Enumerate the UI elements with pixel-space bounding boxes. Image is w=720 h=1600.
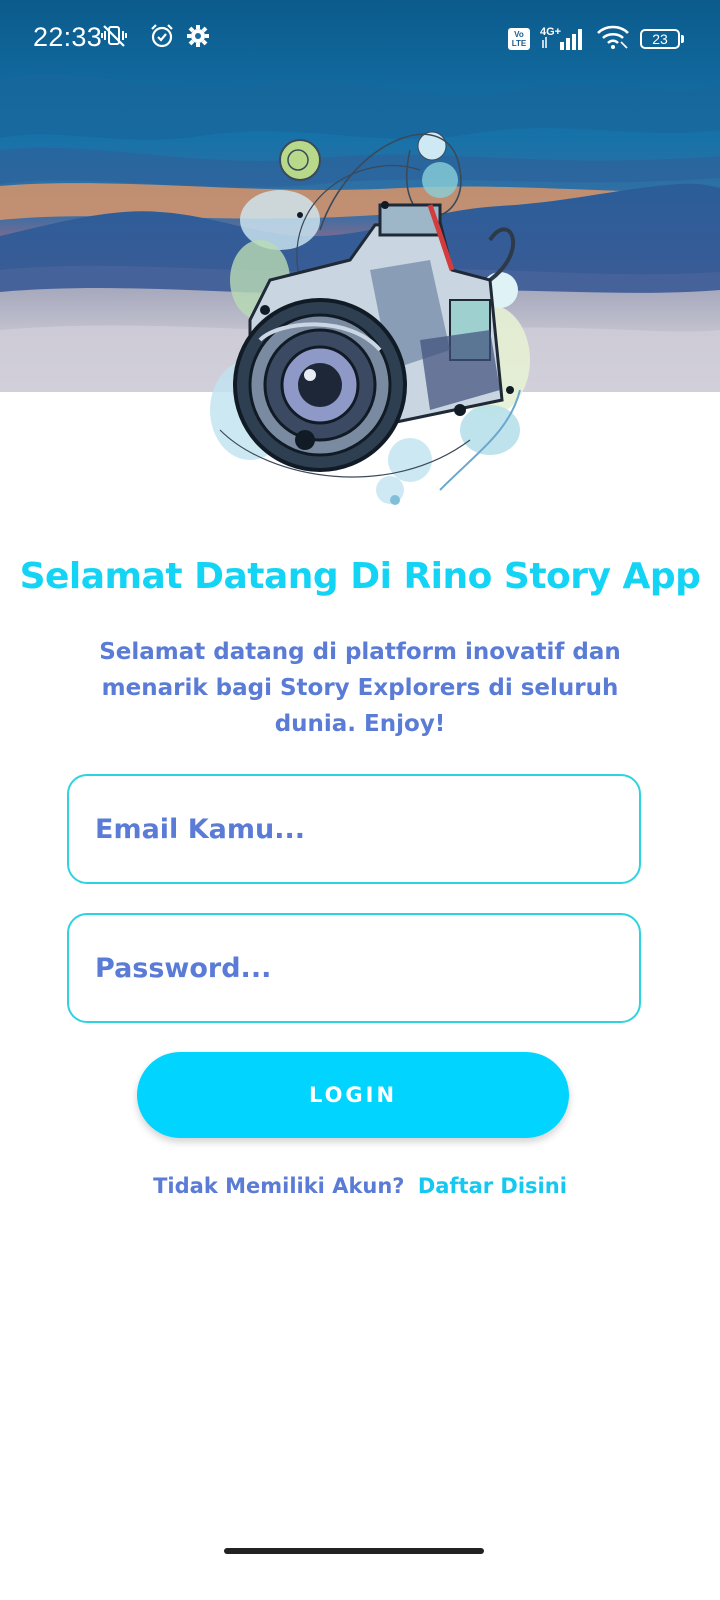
camera-illustration [190, 110, 550, 520]
email-input[interactable] [95, 776, 615, 882]
register-prompt: Tidak Memiliki Akun? Daftar Disini [0, 1174, 720, 1198]
wifi-icon [596, 24, 630, 54]
status-bar: 22:33 Vo LTE 4G+ 23 [0, 0, 720, 62]
home-indicator[interactable] [224, 1548, 484, 1554]
status-right-icons: Vo LTE 4G+ 23 [508, 24, 684, 54]
welcome-title: Selamat Datang Di Rino Story App [19, 556, 701, 597]
vibrate-mute-icon [100, 22, 128, 54]
battery-level: 23 [640, 29, 680, 49]
register-link[interactable]: Daftar Disini [418, 1174, 567, 1198]
email-field-container [67, 774, 641, 884]
status-time: 22:33 [33, 22, 103, 52]
alarm-icon [148, 22, 176, 54]
volte-top-label: Vo [514, 30, 524, 39]
status-left-icons [100, 22, 210, 54]
password-field-container [67, 913, 641, 1023]
welcome-subtitle: Selamat datang di platform inovatif dan … [99, 639, 621, 737]
battery-tip [681, 35, 684, 43]
volte-icon: Vo LTE [508, 28, 530, 50]
settings-gear-icon [186, 24, 210, 52]
login-button[interactable]: LOGIN [137, 1052, 569, 1138]
login-screen: 22:33 Vo LTE 4G+ 23 Selamat Datang Di Ri… [0, 0, 720, 1600]
register-question-text: Tidak Memiliki Akun? [153, 1174, 405, 1198]
battery-icon: 23 [640, 29, 684, 49]
signal-icon: 4G+ [540, 26, 586, 52]
volte-bottom-label: LTE [511, 39, 527, 48]
password-input[interactable] [95, 915, 615, 1021]
